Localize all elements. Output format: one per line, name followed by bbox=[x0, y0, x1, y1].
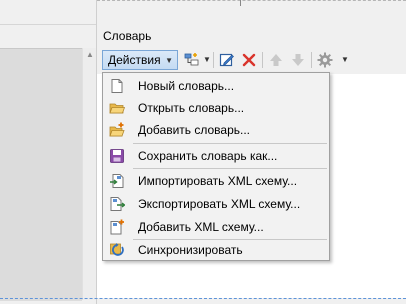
menu-item-synchronize[interactable]: Синхронизировать bbox=[105, 240, 327, 260]
menu-separator bbox=[133, 143, 327, 144]
settings-icon[interactable] bbox=[317, 52, 333, 68]
menu-item-label: Экспортировать XML схему... bbox=[138, 197, 301, 211]
chevron-down-icon[interactable]: ▼ bbox=[341, 55, 349, 64]
actions-button-label: Действия bbox=[108, 53, 161, 67]
open-folder-icon bbox=[109, 100, 126, 116]
actions-dropdown-button[interactable]: Действия ▼ bbox=[102, 50, 178, 70]
left-scrollbar[interactable]: ▲ bbox=[82, 48, 97, 300]
menu-item-open-dictionary[interactable]: Открыть словарь... bbox=[105, 98, 327, 118]
menu-item-add-dictionary[interactable]: Добавить словарь... bbox=[105, 120, 327, 140]
add-folder-icon bbox=[109, 122, 125, 138]
menu-item-add-xml-schema[interactable]: Добавить XML схему... bbox=[105, 217, 327, 237]
menu-item-label: Новый словарь... bbox=[138, 79, 235, 93]
dictionary-toolbar: Действия ▼ ▼ ▼ bbox=[102, 50, 402, 72]
menu-item-export-xml-schema[interactable]: Экспортировать XML схему... bbox=[105, 194, 327, 214]
top-tick-mark bbox=[240, 0, 241, 6]
menu-item-label: Импортировать XML схему... bbox=[138, 174, 298, 188]
delete-icon[interactable] bbox=[241, 52, 257, 68]
left-pane: ▲ bbox=[0, 0, 97, 304]
bottom-border bbox=[0, 298, 406, 300]
save-icon bbox=[109, 148, 125, 164]
menu-item-label: Сохранить словарь как... bbox=[138, 149, 278, 163]
scroll-up-arrow-icon[interactable]: ▲ bbox=[86, 50, 94, 59]
toolbar-separator bbox=[262, 52, 263, 68]
menu-item-label: Добавить XML схему... bbox=[138, 220, 264, 234]
export-xml-icon bbox=[109, 196, 126, 212]
menu-item-label: Синхронизировать bbox=[138, 243, 243, 257]
edit-icon[interactable] bbox=[219, 52, 235, 68]
add-dictionary-icon[interactable] bbox=[184, 52, 200, 68]
actions-menu: Новый словарь... Открыть словарь... Доба… bbox=[102, 72, 330, 261]
menu-item-label: Добавить словарь... bbox=[138, 123, 251, 137]
panel-title: Словарь bbox=[103, 29, 152, 43]
import-xml-icon bbox=[109, 173, 125, 189]
chevron-down-icon[interactable]: ▼ bbox=[203, 55, 211, 64]
toolbar-separator bbox=[213, 52, 214, 68]
new-document-icon bbox=[109, 78, 125, 94]
move-up-icon[interactable] bbox=[268, 52, 284, 68]
move-down-icon[interactable] bbox=[290, 52, 306, 68]
menu-separator bbox=[133, 168, 327, 169]
menu-item-save-dictionary-as[interactable]: Сохранить словарь как... bbox=[105, 146, 327, 166]
menu-item-label: Открыть словарь... bbox=[138, 101, 245, 115]
menu-item-import-xml-schema[interactable]: Импортировать XML схему... bbox=[105, 171, 327, 191]
left-tree-panel[interactable] bbox=[0, 48, 82, 301]
menu-item-new-dictionary[interactable]: Новый словарь... bbox=[105, 76, 327, 96]
top-border bbox=[97, 0, 406, 2]
add-xml-icon bbox=[109, 219, 125, 235]
left-pane-header bbox=[0, 0, 96, 25]
sync-icon bbox=[109, 242, 125, 258]
chevron-down-icon: ▼ bbox=[165, 56, 173, 65]
toolbar-separator bbox=[311, 52, 312, 68]
